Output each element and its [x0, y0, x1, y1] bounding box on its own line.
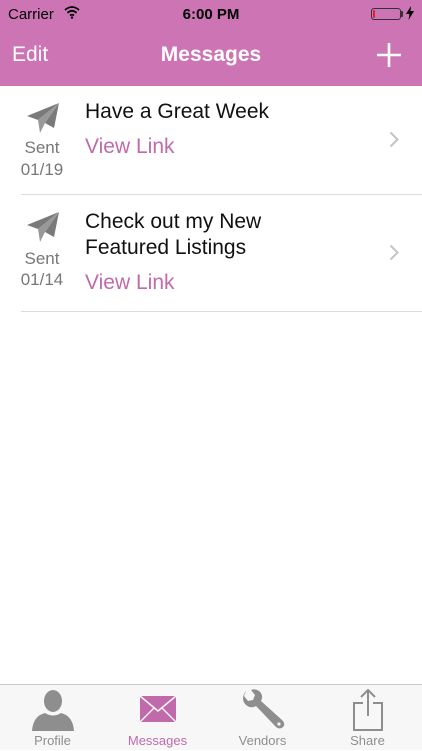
sent-date: 01/14: [20, 270, 64, 289]
status-bar: Carrier 6:00 PM: [0, 0, 422, 30]
paper-plane-icon: [27, 103, 59, 133]
status-time: 6:00 PM: [182, 6, 240, 23]
sent-date: 01/19: [20, 160, 64, 179]
tab-label: Messages: [127, 733, 188, 748]
tab-share[interactable]: Share: [315, 685, 420, 751]
tab-label: Profile: [34, 733, 71, 748]
tab-label: Vendors: [238, 733, 287, 748]
person-icon: [32, 690, 74, 731]
message-list: Sent 01/19 Have a Great Week View Link S…: [0, 86, 422, 312]
sent-status: Sent: [24, 249, 60, 268]
charging-bolt-icon: [406, 6, 414, 20]
message-title: Check out my New Featured Listings: [85, 210, 262, 259]
plus-icon[interactable]: [376, 42, 402, 68]
share-icon: [353, 688, 383, 731]
tab-messages[interactable]: Messages: [105, 685, 210, 751]
view-link[interactable]: View Link: [85, 135, 175, 159]
tab-profile[interactable]: Profile: [0, 685, 105, 751]
battery-icon: [371, 8, 401, 20]
message-row[interactable]: Sent 01/14 Check out my New Featured Lis…: [0, 195, 422, 312]
envelope-icon: [140, 696, 176, 722]
wrench-icon: [243, 689, 285, 729]
message-row[interactable]: Sent 01/19 Have a Great Week View Link: [0, 86, 422, 195]
view-link[interactable]: View Link: [85, 271, 175, 295]
tab-label: Share: [350, 733, 385, 748]
row-divider: [21, 311, 422, 312]
tab-vendors[interactable]: Vendors: [210, 685, 315, 751]
sent-status: Sent: [24, 138, 60, 157]
paper-plane-icon: [27, 212, 59, 242]
chevron-right-icon: [389, 131, 399, 148]
chevron-right-icon: [389, 244, 399, 261]
battery-level: [373, 10, 375, 18]
top-bar: Carrier 6:00 PM Edit Messages: [0, 0, 422, 86]
page-title: Messages: [160, 43, 262, 66]
battery-tip: [401, 11, 403, 17]
tab-bar: Profile Messages Vendors Share: [0, 684, 422, 750]
message-title: Have a Great Week: [85, 100, 270, 123]
